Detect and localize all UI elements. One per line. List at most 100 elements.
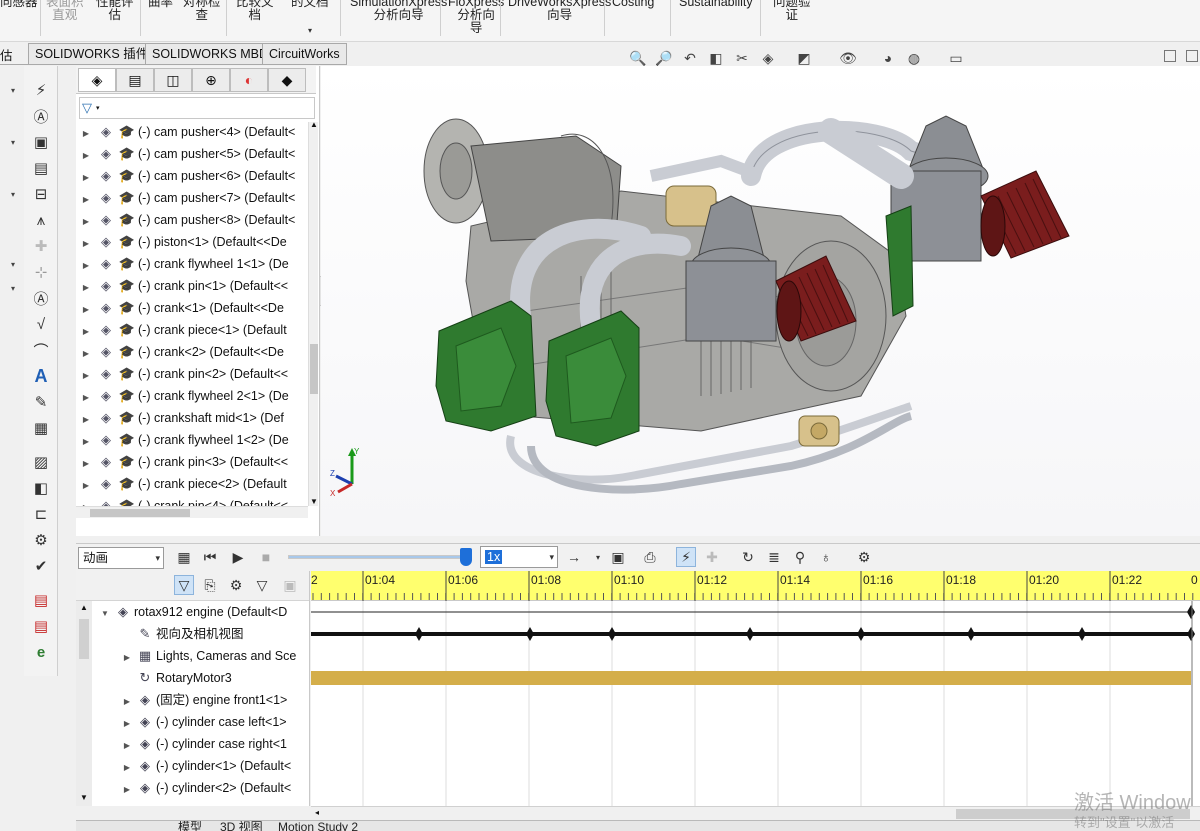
- expand-arrow-icon[interactable]: ▶: [76, 453, 96, 473]
- motion-tree-item[interactable]: ▶ ◈ (-) cylinder case right<1: [76, 733, 308, 755]
- display-manager-tab-icon[interactable]: ◐: [230, 68, 268, 92]
- note-icon[interactable]: Ⓐ: [31, 106, 51, 126]
- engine-model[interactable]: [321, 66, 1200, 536]
- ribbon-button[interactable]: Sustainability: [679, 0, 753, 9]
- expand-arrow-icon[interactable]: ▶: [120, 779, 134, 799]
- expand-arrow-icon[interactable]: ▶: [76, 145, 96, 165]
- keyframe[interactable]: [1187, 627, 1195, 641]
- motor-icon[interactable]: ↻: [738, 547, 758, 567]
- expand-arrow-icon[interactable]: ▼: [98, 603, 112, 623]
- save-animation-icon[interactable]: ▣: [608, 547, 628, 567]
- inspect-icon[interactable]: ✔: [31, 556, 51, 576]
- 3d-view-icon[interactable]: ▨: [31, 452, 51, 472]
- spring-icon[interactable]: ≣: [764, 547, 784, 567]
- tab-solidworks-addins[interactable]: SOLIDWORKS 插件: [28, 43, 156, 65]
- maximize-window-icon[interactable]: [1186, 50, 1198, 62]
- motion-tree-item[interactable]: ▼ ◈ rotax912 engine (Default<D: [76, 601, 308, 623]
- property-manager-tab-icon[interactable]: ▤: [116, 68, 154, 92]
- expand-arrow-icon[interactable]: ▶: [76, 431, 96, 451]
- chevron-down-icon[interactable]: ▾: [11, 138, 15, 147]
- motion-tree-item[interactable]: ↻ RotaryMotor3: [76, 667, 308, 689]
- tab-motion-study[interactable]: Motion Study 2: [278, 821, 358, 831]
- dimxpert-tab-icon[interactable]: ⊕: [192, 68, 230, 92]
- tree-item[interactable]: ▶ ◈ 🎓 (-) crank pin<2> (Default<<: [76, 363, 308, 385]
- curve-icon[interactable]: ⌒: [31, 340, 51, 360]
- expand-arrow-icon[interactable]: ▶: [120, 691, 134, 711]
- section-view-icon[interactable]: ◧: [706, 48, 726, 68]
- filter-animated-icon[interactable]: ▽: [174, 575, 194, 595]
- keyframe[interactable]: [857, 627, 865, 641]
- settings-gear-icon[interactable]: ⚙: [854, 547, 874, 567]
- ribbon-button[interactable]: 的文档: [291, 0, 329, 9]
- chevron-down-icon[interactable]: ▾: [11, 260, 15, 269]
- keyframe[interactable]: [608, 627, 616, 641]
- tab-solidworks-mbd[interactable]: SOLIDWORKS MBD: [145, 43, 275, 65]
- timeline-tracks[interactable]: [311, 601, 1200, 806]
- display-style-icon[interactable]: ◩: [794, 48, 814, 68]
- ribbon-button[interactable]: SimulationXpress 分析向导: [350, 0, 447, 22]
- expand-arrow-icon[interactable]: ▶: [76, 277, 96, 297]
- expand-arrow-icon[interactable]: ▶: [120, 757, 134, 777]
- tree-item[interactable]: ▶ ◈ 🎓 (-) cam pusher<8> (Default<: [76, 209, 308, 231]
- expand-arrow-icon[interactable]: ▶: [76, 387, 96, 407]
- expand-arrow-icon[interactable]: ▶: [120, 713, 134, 733]
- chevron-down-icon[interactable]: ▾: [11, 284, 15, 293]
- filter-driving-icon[interactable]: ⎘: [200, 575, 220, 595]
- motion-tree-item[interactable]: ▶ ◈ (-) cylinder<2> (Default<: [76, 777, 308, 799]
- expand-arrow-icon[interactable]: ▶: [76, 299, 96, 319]
- study-type-select[interactable]: 动画 ▾: [78, 547, 164, 569]
- expand-arrow-icon[interactable]: ▶: [76, 189, 96, 209]
- tab-circuitworks[interactable]: CircuitWorks: [262, 43, 347, 65]
- motion-tree-item[interactable]: ✎ 视向及相机视图: [76, 623, 308, 645]
- timeline-ruler[interactable]: 2 0 01:04 01:06 01:08 01:10 01:12 01:14 01:16 0…: [311, 571, 1200, 601]
- playback-mode-icon[interactable]: →: [564, 547, 584, 567]
- play-from-start-icon[interactable]: ⏮: [200, 547, 220, 567]
- contact-icon[interactable]: ⚲: [790, 547, 810, 567]
- edit-appearance-icon[interactable]: ◕: [878, 48, 898, 68]
- pdf-publish-icon[interactable]: ▤: [31, 590, 51, 610]
- scrollbar-thumb[interactable]: [310, 344, 318, 394]
- previous-view-icon[interactable]: ↶: [680, 48, 700, 68]
- playback-slider[interactable]: [288, 548, 472, 566]
- tab-left-stub[interactable]: 估: [0, 45, 13, 64]
- expand-arrow-icon[interactable]: ▶: [120, 735, 134, 755]
- restore-window-icon[interactable]: [1164, 50, 1176, 62]
- expand-arrow-icon[interactable]: ▶: [76, 255, 96, 275]
- smart-dimension-icon[interactable]: ⚡: [31, 80, 51, 100]
- cam-tab-icon[interactable]: ◆: [268, 68, 306, 92]
- geometric-tolerance-icon[interactable]: ⊟: [31, 184, 51, 204]
- mates-icon[interactable]: ⚙: [31, 530, 51, 550]
- motion-tree-item[interactable]: ▶ ◈ (-) cylinder<1> (Default<: [76, 755, 308, 777]
- ribbon-button[interactable]: FloXpress 分析向 导: [448, 0, 504, 35]
- tree-item[interactable]: ▶ ◈ 🎓 (-) cam pusher<7> (Default<: [76, 187, 308, 209]
- expand-arrow-icon[interactable]: ▶: [76, 321, 96, 341]
- configuration-manager-tab-icon[interactable]: ◫: [154, 68, 192, 92]
- ribbon-button[interactable]: 问题验 证: [773, 0, 811, 22]
- scrollbar-thumb[interactable]: [90, 509, 190, 517]
- tree-item[interactable]: ▶ ◈ 🎓 (-) crank pin<3> (Default<<: [76, 451, 308, 473]
- 3d-pdf-icon[interactable]: ▤: [31, 616, 51, 636]
- timeline-area[interactable]: 2 0 01:04 01:06 01:08 01:10 01:12 01:14 01:16 0…: [311, 571, 1200, 806]
- zoom-to-fit-icon[interactable]: 🔍: [628, 48, 648, 68]
- keyframe[interactable]: [1187, 605, 1195, 619]
- tree-item[interactable]: ▶ ◈ 🎓 (-) cam pusher<6> (Default<: [76, 165, 308, 187]
- expand-arrow-icon[interactable]: ▶: [76, 167, 96, 187]
- rotary-motor-bar[interactable]: [311, 671, 1191, 685]
- ribbon-button[interactable]: 表面积 直观: [46, 0, 84, 22]
- weld-symbol-icon[interactable]: ⩚: [31, 210, 51, 230]
- motion-tree-item[interactable]: ▶ ◈ (-) cylinder case left<1>: [76, 711, 308, 733]
- chevron-down-icon[interactable]: ▾: [11, 190, 15, 199]
- datum-icon[interactable]: ▣: [31, 132, 51, 152]
- expand-arrow-icon[interactable]: ▶: [120, 647, 134, 667]
- slider-knob[interactable]: [460, 548, 472, 566]
- tree-item[interactable]: ▶ ◈ 🎓 (-) cam pusher<4> (Default<: [76, 121, 308, 143]
- view-settings-icon[interactable]: ▭: [946, 48, 966, 68]
- ribbon-button[interactable]: 曲率: [148, 0, 173, 9]
- expand-arrow-icon[interactable]: ▶: [76, 365, 96, 385]
- expand-arrow-icon[interactable]: ▶: [76, 343, 96, 363]
- filter-selected-icon[interactable]: ⚙: [226, 575, 246, 595]
- keyframe[interactable]: [526, 627, 534, 641]
- chevron-down-icon[interactable]: ▾: [11, 86, 15, 95]
- tree-item[interactable]: ▶ ◈ 🎓 (-) crank<2> (Default<<De: [76, 341, 308, 363]
- tree-item[interactable]: ▶ ◈ 🎓 (-) piston<1> (Default<<De: [76, 231, 308, 253]
